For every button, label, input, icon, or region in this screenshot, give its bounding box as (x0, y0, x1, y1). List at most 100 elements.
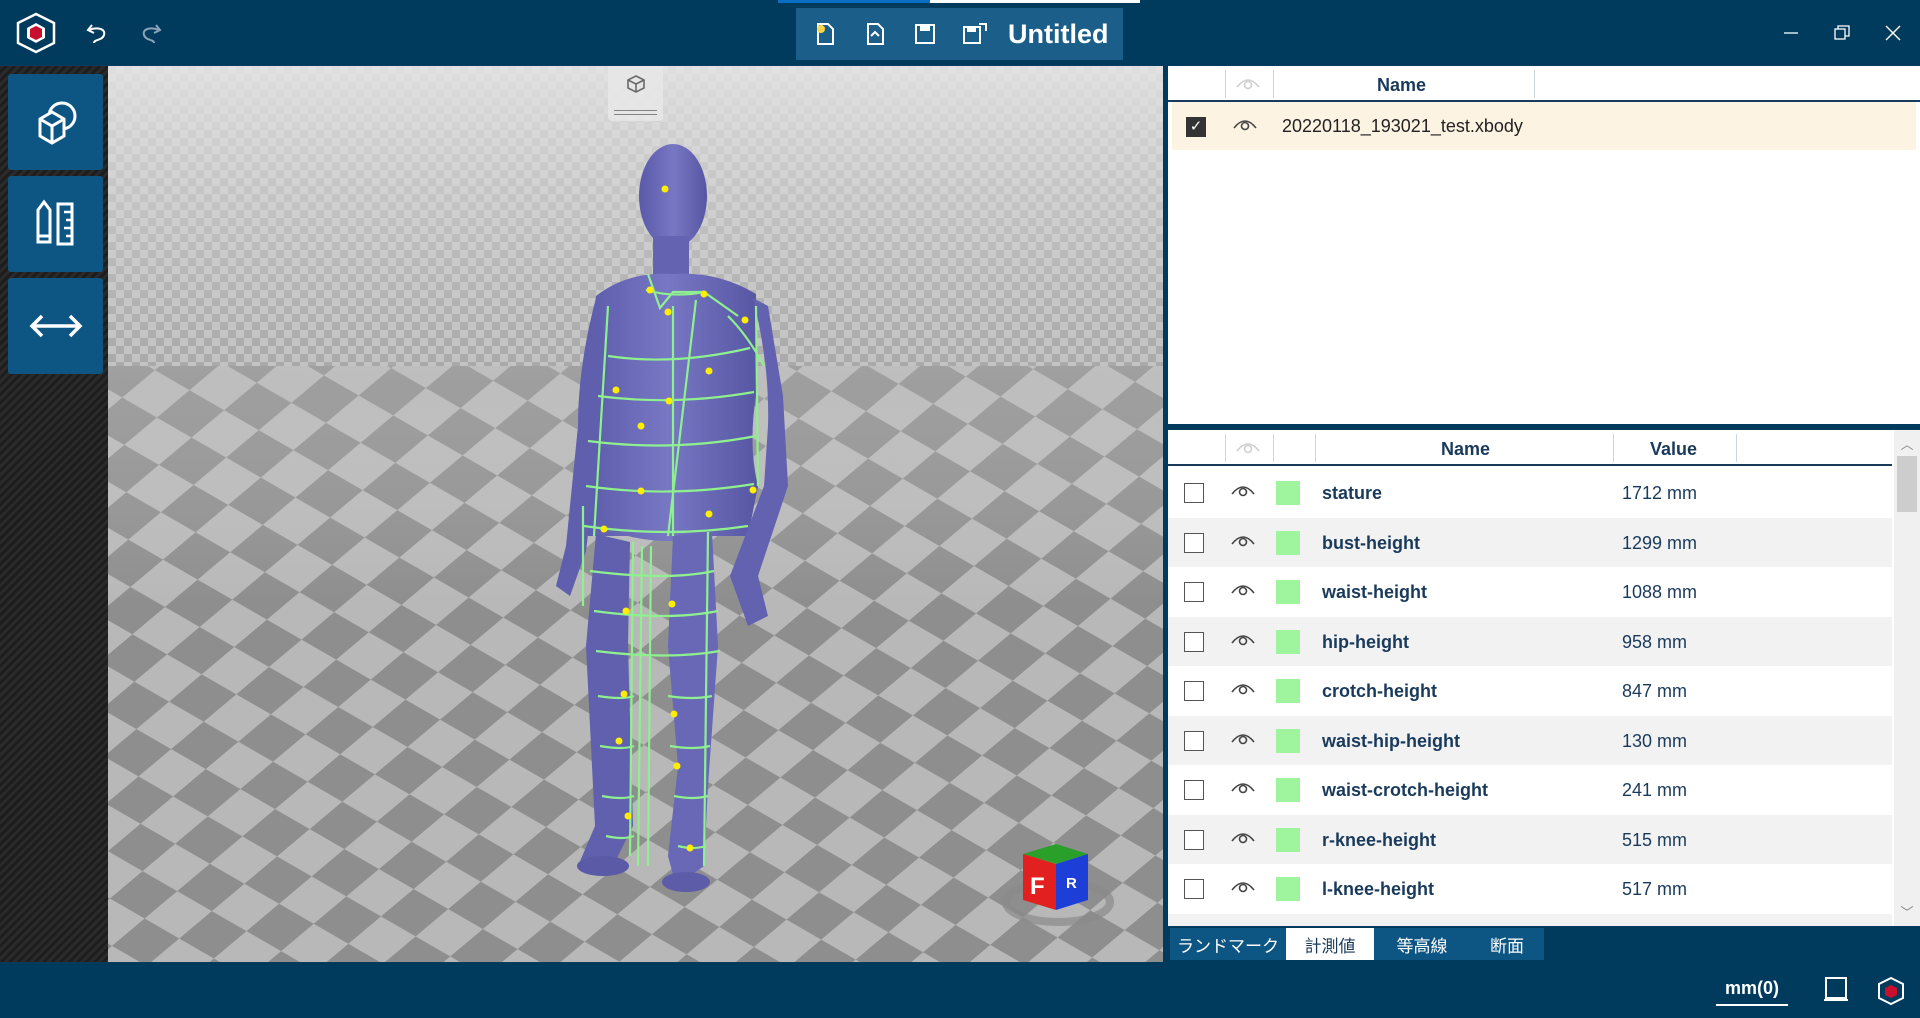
unit-selector[interactable]: mm(0) (1716, 978, 1788, 1006)
row-checkbox[interactable] (1184, 483, 1204, 503)
eye-header-icon[interactable] (1235, 75, 1261, 91)
eye-icon[interactable] (1230, 630, 1256, 648)
row-checkbox[interactable] (1184, 780, 1204, 800)
header-separator (1315, 434, 1316, 462)
tab-landmark[interactable]: ランドマーク (1170, 928, 1286, 960)
measurement-row[interactable]: hip-height 958 mm (1168, 616, 1892, 666)
measurement-value: 1088 mm (1622, 582, 1698, 602)
new-file-icon[interactable] (800, 8, 850, 60)
close-icon[interactable] (1873, 14, 1913, 52)
measurement-row[interactable]: stature 1712 mm (1168, 468, 1892, 518)
color-swatch[interactable] (1276, 629, 1300, 654)
measurement-value: 958 mm (1622, 631, 1688, 652)
measurement-row-partial[interactable] (1168, 913, 1892, 926)
measurement-row[interactable]: waist-hip-height 130 mm (1168, 715, 1892, 765)
double-arrow-icon (29, 314, 82, 338)
header-separator (1225, 434, 1226, 462)
eye-icon[interactable] (1230, 828, 1256, 846)
eye-icon[interactable] (1230, 729, 1256, 747)
measurement-row[interactable]: bust-height 1299 mm (1168, 517, 1892, 567)
measurement-value: 847 mm (1622, 681, 1688, 701)
undo-icon[interactable] (78, 13, 118, 53)
row-checkbox[interactable] (1184, 730, 1204, 751)
load-progress-bar (778, 0, 1140, 3)
redo-icon[interactable] (130, 13, 170, 53)
cube-view-icon (626, 75, 645, 93)
file-row[interactable]: ✓ 20220118_193021_test.xbody (1172, 102, 1916, 150)
measurement-name: waist-crotch-height (1322, 780, 1489, 800)
color-swatch[interactable] (1276, 827, 1300, 852)
eye-icon[interactable] (1230, 679, 1256, 697)
measurement-name: waist-hip-height (1322, 730, 1460, 751)
color-swatch[interactable] (1276, 679, 1300, 703)
measurement-row[interactable]: waist-height 1088 mm (1168, 567, 1892, 617)
color-swatch[interactable] (1276, 481, 1300, 505)
eye-icon[interactable] (1230, 531, 1256, 549)
file-toolbar: Untitled (796, 8, 1123, 60)
app-window: Untitled F R Name ✓ 20220118_193021_test… (0, 0, 1920, 1018)
left-toolbar (0, 66, 108, 962)
color-swatch[interactable] (1276, 580, 1300, 604)
open-file-icon[interactable] (850, 8, 900, 60)
row-checkbox[interactable] (1184, 879, 1204, 899)
header-separator (1225, 70, 1226, 98)
color-swatch[interactable] (1276, 728, 1300, 753)
measurement-rows: stature 1712 mm bust-height 1299 mm wais… (1168, 468, 1892, 926)
measurement-row[interactable]: waist-crotch-height 241 mm (1168, 765, 1892, 815)
minimize-icon[interactable] (1771, 14, 1811, 52)
square-view-icon[interactable] (1824, 976, 1848, 1002)
grip-lines (614, 110, 657, 115)
model-tool-button[interactable] (8, 74, 103, 170)
vertical-scrollbar[interactable]: ︿ ﹀ (1894, 430, 1920, 926)
measurement-value: 130 mm (1622, 730, 1688, 751)
save-icon[interactable] (900, 8, 950, 60)
eye-icon[interactable] (1232, 115, 1258, 133)
value-column-header[interactable]: Value (1650, 439, 1697, 460)
file-checkbox[interactable]: ✓ (1186, 117, 1206, 137)
measurement-name: waist-height (1322, 582, 1428, 602)
color-swatch[interactable] (1276, 877, 1300, 901)
save-as-icon[interactable] (950, 8, 1000, 60)
measurement-name: hip-height (1322, 631, 1409, 652)
measurement-name: crotch-height (1322, 681, 1437, 701)
hms-logo-icon[interactable] (12, 10, 60, 56)
measurement-value: 517 mm (1622, 879, 1688, 899)
3d-viewport[interactable]: F R (108, 66, 1163, 962)
name-column-header[interactable]: Name (1377, 75, 1426, 96)
measurement-row[interactable]: l-knee-height 517 mm (1168, 864, 1892, 914)
dimension-tool-button[interactable] (8, 278, 103, 374)
measure-tool-button[interactable] (8, 176, 103, 272)
document-title: Untitled (1008, 18, 1109, 49)
view-toggle-tab[interactable] (608, 66, 663, 121)
eye-icon[interactable] (1230, 481, 1256, 499)
tab-section[interactable]: 断面 (1470, 928, 1544, 960)
color-swatch[interactable] (1276, 530, 1300, 555)
row-checkbox[interactable] (1184, 582, 1204, 602)
eye-icon[interactable] (1230, 877, 1256, 895)
measurement-list-panel: Name Value stature 1712 mm bust-height 1… (1168, 430, 1920, 926)
tab-contour[interactable]: 等高線 (1374, 928, 1470, 960)
hms-small-logo-icon[interactable] (1876, 976, 1906, 1006)
title-bar: Untitled (0, 0, 1920, 66)
name-column-header[interactable]: Name (1441, 439, 1490, 460)
eye-icon[interactable] (1230, 580, 1256, 598)
header-separator (1534, 70, 1535, 98)
measurement-row[interactable]: r-knee-height 515 mm (1168, 814, 1892, 864)
eye-icon[interactable] (1230, 778, 1256, 796)
measurement-value: 515 mm (1622, 829, 1688, 850)
measurement-row[interactable]: crotch-height 847 mm (1168, 666, 1892, 716)
scroll-thumb[interactable] (1897, 456, 1917, 512)
restore-icon[interactable] (1822, 14, 1862, 52)
row-checkbox[interactable] (1184, 631, 1204, 652)
panel-tabs: ランドマーク 計測値 等高線 断面 (1168, 926, 1920, 962)
scroll-down-icon[interactable]: ﹀ (1894, 902, 1920, 922)
row-checkbox[interactable] (1184, 532, 1204, 553)
color-swatch[interactable] (1276, 778, 1300, 802)
row-checkbox[interactable] (1184, 829, 1204, 850)
scroll-up-icon[interactable]: ︿ (1894, 434, 1920, 454)
measurement-list-header: Name Value (1168, 430, 1892, 466)
row-checkbox[interactable] (1184, 681, 1204, 701)
svg-text:R: R (1066, 875, 1077, 892)
tab-measurements[interactable]: 計測値 (1286, 928, 1374, 960)
eye-header-icon[interactable] (1235, 439, 1261, 455)
